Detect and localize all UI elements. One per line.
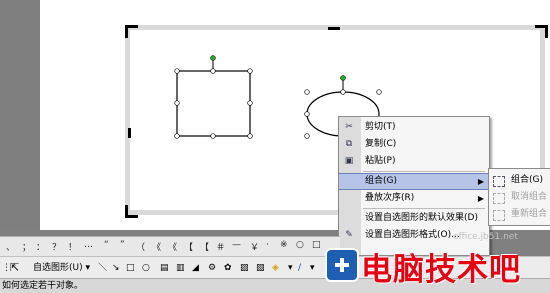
scissors-icon: ✂ xyxy=(345,122,353,132)
submenu-item-regroup[interactable]: 重新组合 xyxy=(489,206,550,223)
menu-item-group[interactable]: 组合(G) ▶ xyxy=(339,173,489,190)
resize-handle xyxy=(174,68,180,74)
oval-tool-icon[interactable]: ○ xyxy=(142,261,150,275)
symbol-button[interactable]: 《 xyxy=(152,240,161,253)
picture-icon[interactable]: ▨ xyxy=(240,261,249,275)
symbol-button[interactable]: — xyxy=(232,240,241,250)
fill-color-icon[interactable]: ◈ xyxy=(272,261,279,275)
rotate-handle xyxy=(210,55,216,61)
symbol-button[interactable]: 【 xyxy=(200,240,209,253)
symbol-button[interactable]: “ xyxy=(104,240,109,250)
symbol-button[interactable]: ” xyxy=(120,240,125,250)
logo-plus-icon xyxy=(325,248,359,282)
arrow-tool-icon[interactable]: ↘ xyxy=(112,261,120,275)
status-text: 如何选定若干对象。 xyxy=(2,281,84,291)
resize-handle xyxy=(210,133,216,139)
symbol-button[interactable]: ※ xyxy=(280,240,288,250)
menu-item-paste[interactable]: ▣ 粘贴(P) xyxy=(339,153,489,170)
resize-handle xyxy=(304,111,310,117)
autoshapes-menu[interactable]: 自选图形(U) ▾ xyxy=(33,261,90,275)
rectangle-tool-icon[interactable]: □ xyxy=(126,261,135,275)
rotate-handle xyxy=(340,75,346,81)
dropdown-arrow-icon[interactable]: ▾ xyxy=(288,261,293,275)
vertical-textbox-icon[interactable]: ▥ xyxy=(176,261,185,275)
menu-item-default-effect[interactable]: 设置自选图形的默认效果(D) xyxy=(339,210,489,227)
menu-item-order[interactable]: 叠放次序(R) ▶ xyxy=(339,190,489,207)
line-color-icon[interactable]: ∕ xyxy=(298,261,301,275)
group-icon xyxy=(493,176,505,187)
symbol-button[interactable]: 、 xyxy=(6,240,15,253)
symbol-button[interactable]: … xyxy=(84,240,93,250)
rectangle-shape[interactable] xyxy=(174,55,253,139)
submenu-item-group[interactable]: 组合(G) xyxy=(489,172,550,189)
symbol-button[interactable]: ！ xyxy=(68,240,77,253)
regroup-icon xyxy=(493,210,505,221)
diagram-icon[interactable]: ⚙ xyxy=(208,261,216,275)
menu-separator xyxy=(363,171,485,172)
resize-handle xyxy=(210,68,216,74)
symbol-button[interactable]: ？ xyxy=(52,240,61,253)
symbol-toolbar: 、 ； ： ？ ！ … “ ” （ 《 《 【 【 ＃ — ￥ · ※ ○ □ xyxy=(0,236,340,257)
symbol-button[interactable]: ○ xyxy=(296,240,304,250)
menu-separator xyxy=(363,208,485,209)
submenu-item-ungroup[interactable]: 取消组合 xyxy=(489,189,550,206)
site-watermark: office.jb51.net 电脑技术吧 xyxy=(325,232,550,288)
submenu-arrow-icon: ▶ xyxy=(477,194,484,203)
menu-item-cut[interactable]: ✂ 剪切(T) xyxy=(339,119,489,136)
menu-item-copy[interactable]: ⧉ 复制(C) xyxy=(339,136,489,153)
resize-handle xyxy=(174,100,180,106)
dropdown-arrow-icon[interactable]: ▾ xyxy=(310,261,315,275)
picture-from-file-icon[interactable]: ▧ xyxy=(256,261,265,275)
resize-handle xyxy=(247,133,253,139)
copy-icon: ⧉ xyxy=(345,139,353,149)
resize-handle xyxy=(304,133,310,139)
group-submenu: 组合(G) 取消组合 重新组合 xyxy=(488,168,550,226)
resize-handle xyxy=(340,89,346,95)
wordart-icon[interactable]: ◢ xyxy=(192,261,199,275)
submenu-arrow-icon: ▶ xyxy=(477,177,484,186)
symbol-button[interactable]: □ xyxy=(312,240,321,250)
ungroup-icon xyxy=(493,193,505,204)
resize-handle xyxy=(376,89,382,95)
symbol-button[interactable]: ￥ xyxy=(250,240,259,253)
clipart-icon[interactable]: ✿ xyxy=(224,261,232,275)
format-icon: ✎ xyxy=(345,230,353,240)
line-tool-icon[interactable]: ＼ xyxy=(98,261,107,275)
symbol-button[interactable]: · xyxy=(266,240,269,250)
paste-icon: ▣ xyxy=(344,156,354,166)
resize-handle xyxy=(304,89,310,95)
resize-handle xyxy=(174,133,180,139)
symbol-button[interactable]: 《 xyxy=(168,240,177,253)
resize-handle xyxy=(247,100,253,106)
resize-handle xyxy=(247,68,253,74)
textbox-tool-icon[interactable]: ▤ xyxy=(160,261,169,275)
symbol-button[interactable]: ； xyxy=(22,240,31,253)
symbol-button[interactable]: ： xyxy=(36,240,45,253)
symbol-button[interactable]: （ xyxy=(136,240,145,253)
symbol-button[interactable]: 【 xyxy=(184,240,193,253)
symbol-button[interactable]: ＃ xyxy=(216,240,225,253)
select-objects-icon[interactable]: ⇱ xyxy=(10,261,19,275)
